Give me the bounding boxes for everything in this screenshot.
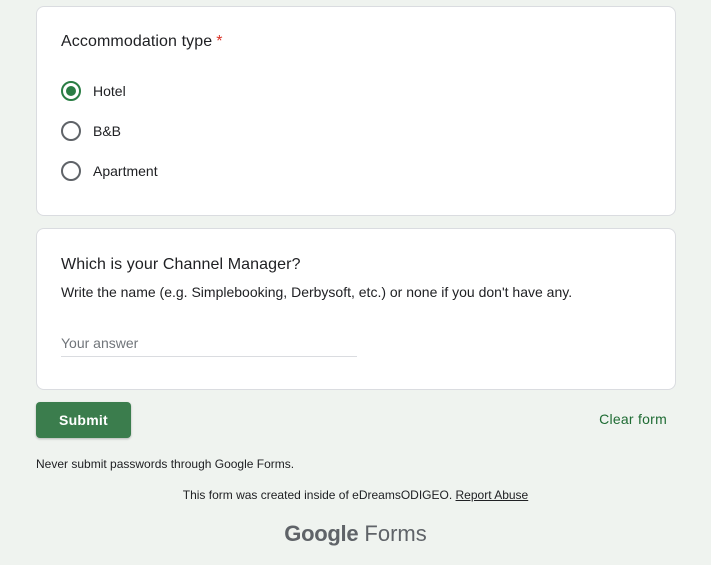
submit-button[interactable]: Submit [36, 402, 131, 438]
answer-input[interactable] [61, 329, 357, 357]
brand-google-text: Google [284, 521, 359, 546]
question-description: Write the name (e.g. Simplebooking, Derb… [61, 284, 573, 300]
radio-button[interactable] [61, 161, 81, 181]
radio-option-label: Apartment [93, 163, 158, 179]
question-card-channel-manager: Which is your Channel Manager? Write the… [36, 228, 676, 390]
question-title: Accommodation type * [61, 33, 223, 51]
google-forms-logo[interactable]: Google Forms [0, 521, 711, 547]
clear-form-button[interactable]: Clear form [599, 411, 667, 427]
question-card-accommodation: Accommodation type * Hotel B&B Apartment [36, 6, 676, 216]
form-origin-notice: This form was created inside of eDreamsO… [0, 488, 711, 502]
radio-option-label: Hotel [93, 83, 126, 99]
brand-forms-text: Forms [364, 521, 427, 546]
created-inside-text: This form was created inside of eDreamsO… [182, 488, 453, 502]
radio-button-selected[interactable] [61, 81, 81, 101]
question-title-text: Accommodation type [61, 33, 213, 50]
required-marker: * [216, 33, 223, 50]
radio-option-hotel[interactable]: Hotel [61, 79, 126, 103]
radio-button[interactable] [61, 121, 81, 141]
radio-option-bnb[interactable]: B&B [61, 119, 121, 143]
radio-option-apartment[interactable]: Apartment [61, 159, 158, 183]
radio-option-label: B&B [93, 123, 122, 139]
question-title: Which is your Channel Manager? [61, 256, 301, 273]
report-abuse-link[interactable]: Report Abuse [456, 488, 529, 502]
password-warning: Never submit passwords through Google Fo… [36, 457, 295, 471]
